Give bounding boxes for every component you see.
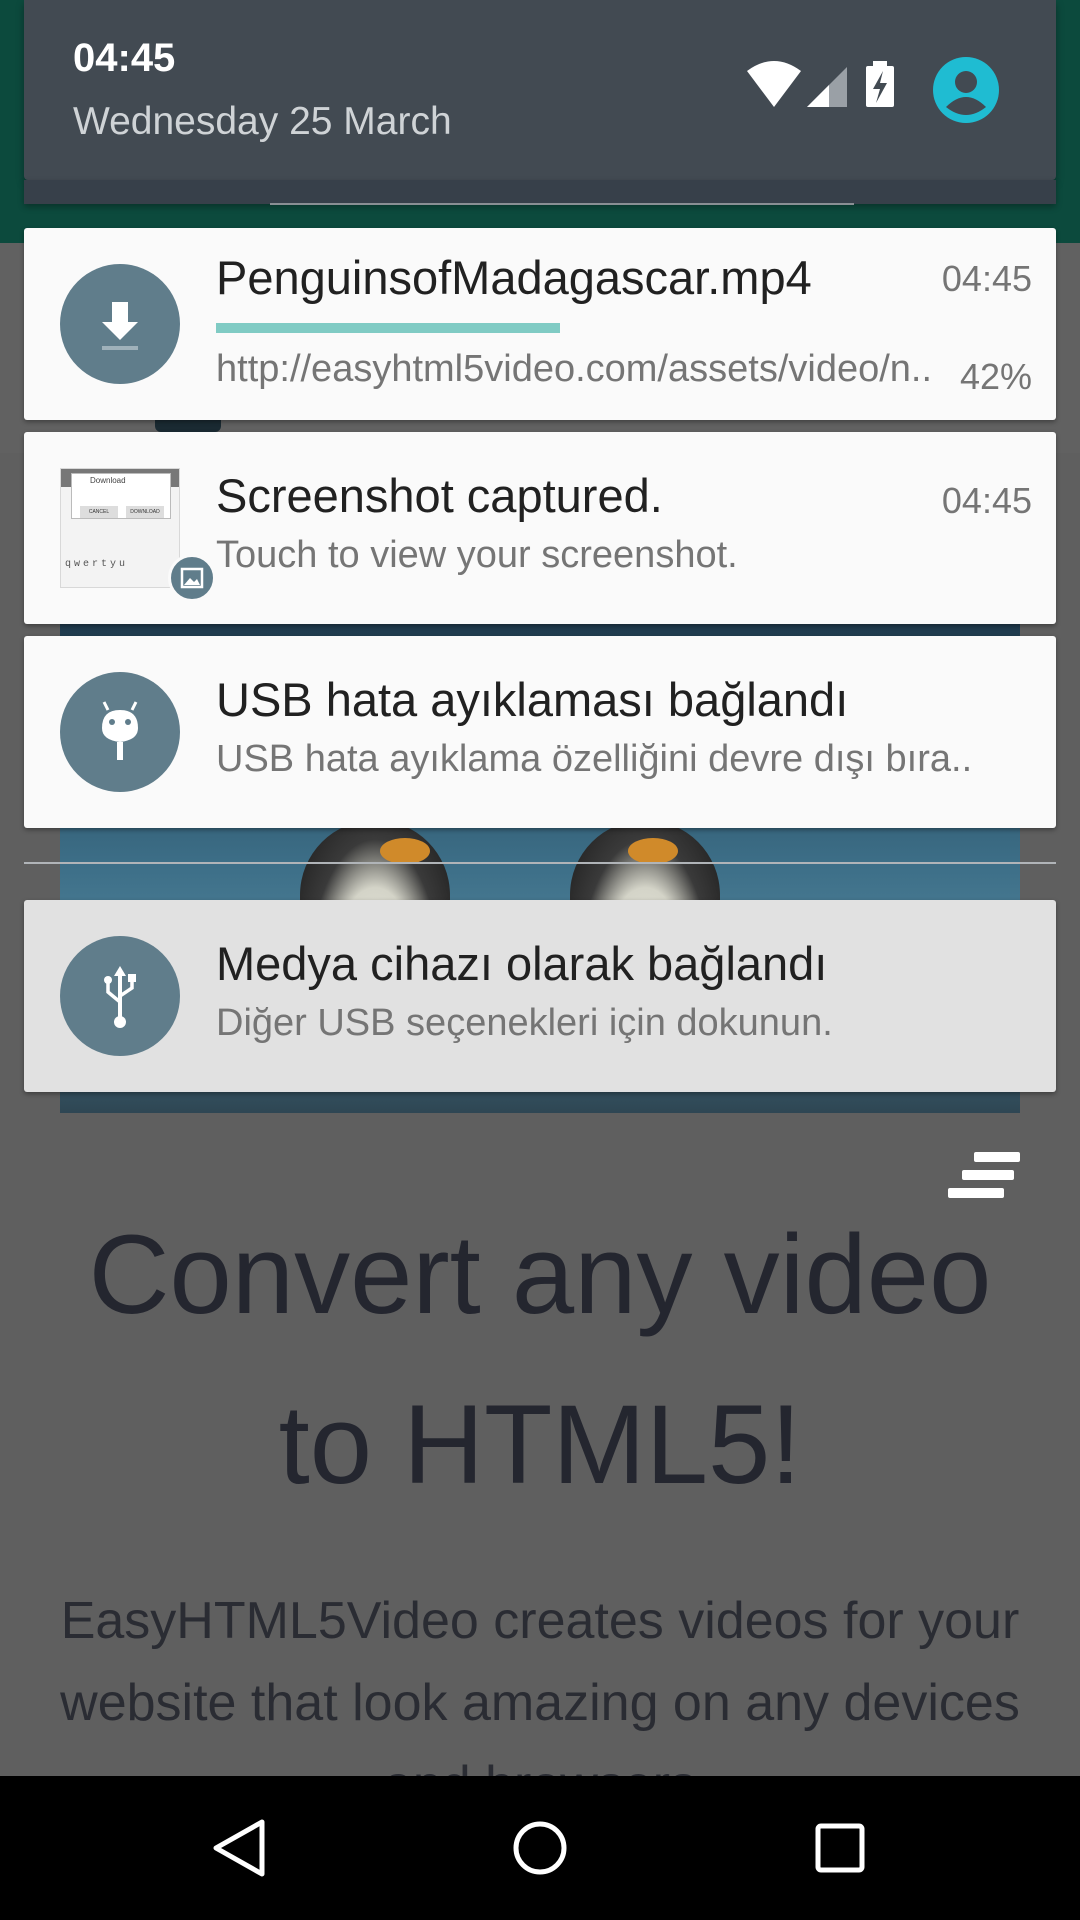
notification-screenshot[interactable]: Download CANCEL DOWNLOAD qwertyu Screens… [24,432,1056,624]
user-avatar-icon[interactable] [933,57,999,123]
notification-title: USB hata ayıklaması bağlandı [216,673,849,726]
battery-charging-icon [866,61,894,107]
notification-title: Screenshot captured. [216,469,663,522]
image-icon [168,554,216,602]
notification-section-divider [24,862,1056,864]
download-progress-bar [216,323,560,333]
penguin-beak [380,838,430,864]
thumbnail-dialog-title: Download [90,476,126,485]
navigation-bar [0,1776,1080,1920]
notification-text: Touch to view your screenshot. [216,534,738,576]
notification-title: PenguinsofMadagascar.mp4 [216,251,812,304]
notification-media-device[interactable]: Medya cihazı olarak bağlandı Diğer USB s… [24,900,1056,1092]
divider [270,203,854,205]
penguin-beak [628,838,678,864]
notification-time: 04:45 [941,258,1032,299]
thumbnail-cancel: CANCEL [80,506,118,518]
download-icon [60,264,180,384]
notification-time: 04:45 [941,480,1032,521]
notification-usb-debugging[interactable]: USB hata ayıklaması bağlandı USB hata ay… [24,636,1056,828]
usb-icon [60,936,180,1056]
notification-text: http://easyhtml5video.com/assets/video/n… [216,348,933,390]
thumbnail-download: DOWNLOAD [126,506,164,518]
quick-settings-handle[interactable] [24,180,1056,204]
date: Wednesday 25 March [73,100,452,143]
download-percent: 42% [959,356,1032,397]
cell-signal-icon [807,67,847,107]
thumbnail-keyboard: qwertyu [65,559,129,570]
download-progress-fill [216,323,361,333]
android-debug-icon [60,672,180,792]
notification-download[interactable]: PenguinsofMadagascar.mp4 04:45 http://ea… [24,228,1056,420]
recents-icon[interactable] [790,1798,890,1898]
home-icon[interactable] [490,1798,590,1898]
screenshot-thumbnail: Download CANCEL DOWNLOAD qwertyu [60,468,180,588]
wifi-icon [747,61,801,107]
notification-title: Medya cihazı olarak bağlandı [216,937,828,990]
notification-text: Diğer USB seçenekleri için dokunun. [216,1002,833,1044]
back-icon[interactable] [190,1798,290,1898]
page-title: Convert any video to HTML5! [88,1212,992,1507]
notification-text: USB hata ayıklama özelliğini devre dışı … [216,738,973,780]
clock: 04:45 [73,36,176,80]
